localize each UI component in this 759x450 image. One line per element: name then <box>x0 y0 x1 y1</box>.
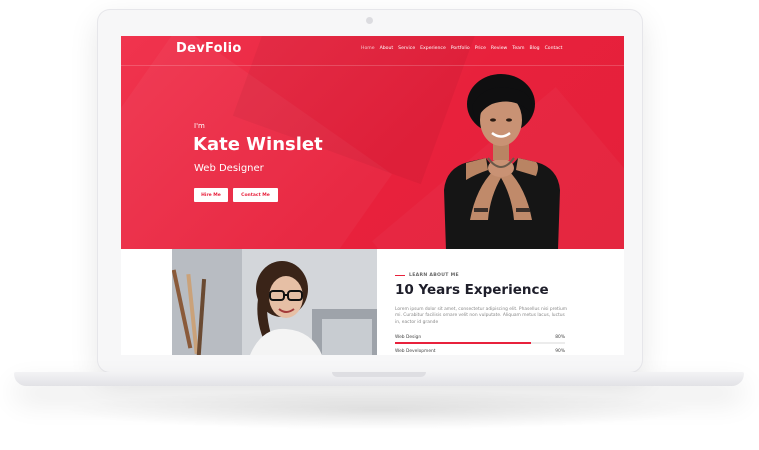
skill-web-development: Web Development 90% <box>395 349 565 355</box>
laptop-base <box>14 372 744 386</box>
main-nav: Home About Service Experience Portfolio … <box>361 46 562 51</box>
nav-portfolio[interactable]: Portfolio <box>451 46 470 51</box>
nav-service[interactable]: Service <box>398 46 415 51</box>
laptop-shadow <box>60 390 700 430</box>
skill-progress-bar <box>395 342 565 344</box>
about-photo-image <box>172 249 377 355</box>
hero-section: DevFolio Home About Service Experience P… <box>121 36 624 249</box>
hero-role: Web Designer <box>194 163 264 174</box>
site-logo[interactable]: DevFolio <box>176 41 242 56</box>
skill-label: Web Development <box>395 349 436 354</box>
screen: DevFolio Home About Service Experience P… <box>121 36 624 355</box>
nav-review[interactable]: Review <box>491 46 507 51</box>
about-description: Lorem ipsum dolor sit amet, consectetur … <box>395 307 568 325</box>
hire-me-button[interactable]: Hire Me <box>194 188 228 202</box>
nav-experience[interactable]: Experience <box>420 46 446 51</box>
nav-blog[interactable]: Blog <box>529 46 539 51</box>
hero-portrait-image <box>444 74 560 249</box>
about-eyebrow: LEARN ABOUT ME <box>395 273 459 278</box>
skill-progress-fill <box>395 342 531 344</box>
about-title: 10 Years Experience <box>395 282 549 298</box>
hero-greeting: I'm <box>194 122 205 130</box>
nav-home[interactable]: Home <box>361 46 375 51</box>
skill-label: Web Design <box>395 335 422 340</box>
nav-team[interactable]: Team <box>512 46 524 51</box>
camera-icon <box>366 17 373 24</box>
skill-web-design: Web Design 80% <box>395 335 565 344</box>
nav-price[interactable]: Price <box>475 46 486 51</box>
eyebrow-accent-line <box>395 274 405 277</box>
nav-about[interactable]: About <box>380 46 394 51</box>
laptop-notch <box>332 372 426 377</box>
skill-percent: 90% <box>555 349 565 354</box>
skill-percent: 80% <box>555 335 565 340</box>
navbar-divider <box>121 65 624 66</box>
contact-me-button[interactable]: Contact Me <box>233 188 278 202</box>
about-eyebrow-text: LEARN ABOUT ME <box>409 273 459 278</box>
nav-contact[interactable]: Contact <box>545 46 563 51</box>
hero-name: Kate Winslet <box>193 134 323 155</box>
